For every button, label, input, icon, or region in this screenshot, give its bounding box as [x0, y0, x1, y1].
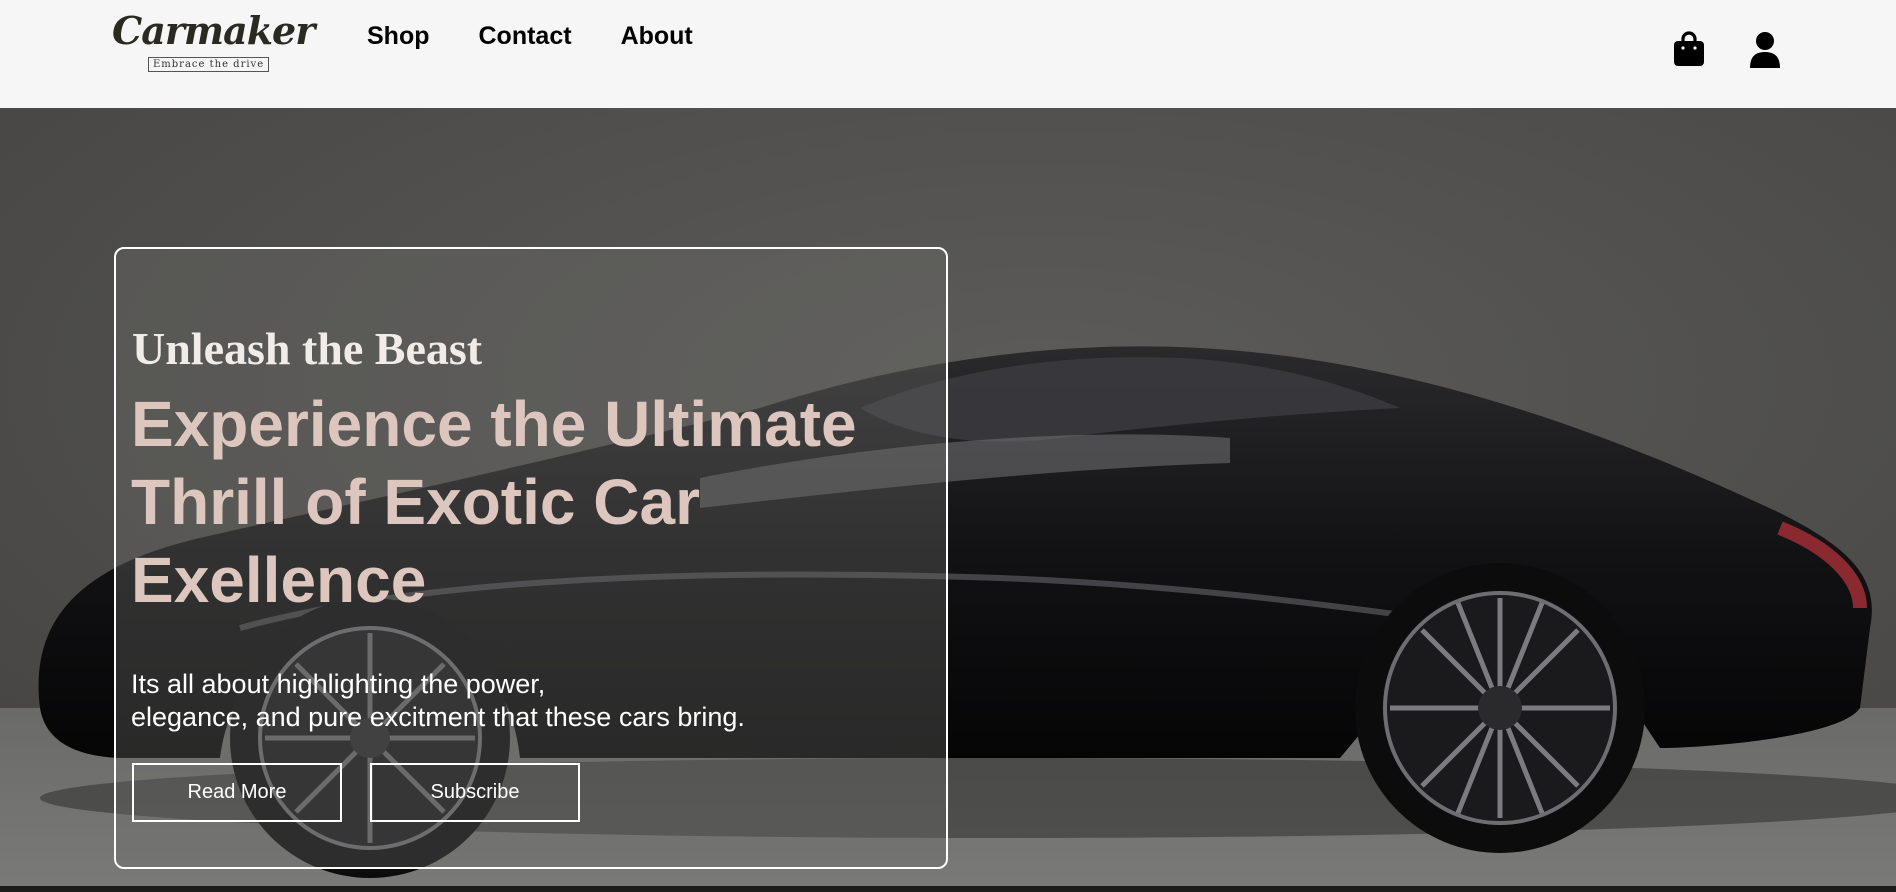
hero-description: Its all about highlighting the power, el… — [131, 668, 745, 734]
brand-name: Carmaker — [112, 8, 315, 53]
brand-logo[interactable]: Carmaker Embrace the drive — [112, 12, 315, 72]
hero-eyebrow: Unleash the Beast — [132, 323, 483, 374]
shopping-bag-icon[interactable] — [1672, 30, 1706, 70]
brand-tagline: Embrace the drive — [148, 57, 270, 72]
subscribe-button[interactable]: Subscribe — [370, 763, 580, 822]
bottom-strip — [0, 886, 1896, 892]
nav-item-about[interactable]: About — [621, 22, 693, 51]
main-nav: Shop Contact About — [367, 22, 693, 51]
read-more-button[interactable]: Read More — [132, 763, 342, 822]
site-header: Carmaker Embrace the drive Shop Contact … — [0, 0, 1896, 108]
nav-item-shop[interactable]: Shop — [367, 22, 430, 51]
hero-description-line1: Its all about highlighting the power, — [131, 669, 546, 699]
nav-item-contact[interactable]: Contact — [479, 22, 572, 51]
user-icon[interactable] — [1748, 30, 1782, 70]
hero-headline: Experience the Ultimate Thrill of Exotic… — [131, 388, 857, 616]
hero-description-line2: elegance, and pure excitment that these … — [131, 702, 745, 732]
